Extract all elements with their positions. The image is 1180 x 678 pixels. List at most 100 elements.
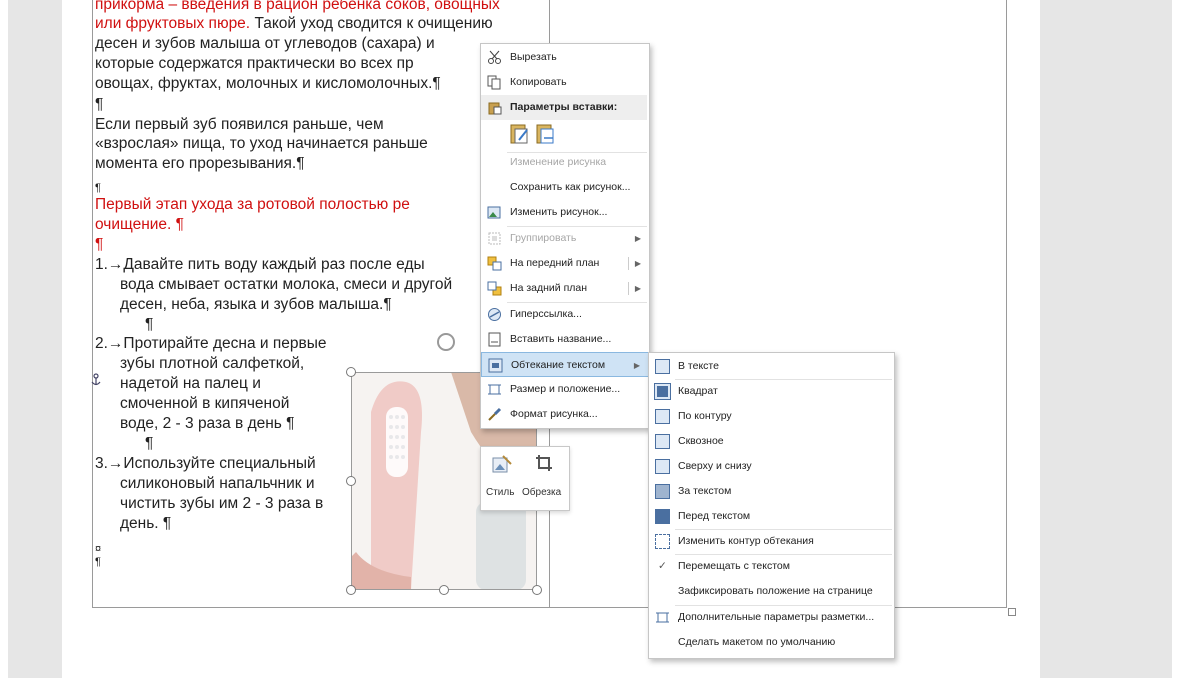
submenu-item-tight[interactable]: По контуру <box>649 404 894 429</box>
paste-picture-icon[interactable] <box>535 122 557 146</box>
submenu-item-label: Зафиксировать положение на странице <box>678 585 873 597</box>
left-margin <box>0 0 8 678</box>
menu-item-group: Группировать ▶ <box>481 226 649 251</box>
split-divider <box>628 282 629 295</box>
submenu-item-label: Квадрат <box>678 385 718 397</box>
text-line: десен, неба, языка и зубов малыша.¶ <box>120 296 392 313</box>
submenu-item-in-line[interactable]: В тексте <box>649 354 894 379</box>
paste-keep-format-icon[interactable] <box>509 122 531 146</box>
mini-toolbar: Стиль Обрезка <box>480 446 570 511</box>
submenu-arrow-icon: ▶ <box>634 284 641 293</box>
text-line: воде, 2 - 3 раза в день ¶ <box>120 415 295 432</box>
text-line: надетой на палец и <box>120 375 261 392</box>
text-line: или фруктовых пюре. Такой уход сводится … <box>95 15 493 32</box>
group-icon <box>488 232 501 245</box>
size-position-icon <box>488 384 501 395</box>
text-line: зубы плотной салфеткой, <box>120 355 305 372</box>
rotate-handle[interactable] <box>437 333 455 351</box>
pilcrow: ¶ <box>95 96 104 113</box>
wrap-through-icon <box>655 434 670 449</box>
resize-handle[interactable] <box>532 585 542 595</box>
menu-item-hyperlink[interactable]: Гиперссылка... <box>481 302 649 327</box>
submenu-item-label: Изменить контур обтекания <box>678 535 814 547</box>
text-line: Если первый зуб появился раньше, чем <box>95 116 384 133</box>
split-divider <box>628 257 629 270</box>
pilcrow: ¶ <box>95 182 101 194</box>
crop-button-label[interactable]: Обрезка <box>522 487 561 498</box>
wrap-tight-icon <box>655 409 670 424</box>
pilcrow: ¶ <box>95 236 104 253</box>
menu-item-send-backward[interactable]: На задний план ▶ <box>481 276 649 301</box>
submenu-item-behind[interactable]: За текстом <box>649 479 894 504</box>
submenu-item-square[interactable]: Квадрат <box>649 379 894 404</box>
right-margin <box>1172 0 1180 678</box>
submenu-item-more-layout[interactable]: Дополнительные параметры разметки... <box>649 605 894 630</box>
submenu-item-fix-position[interactable]: Зафиксировать положение на странице <box>649 579 894 604</box>
submenu-item-label: Перемещать с текстом <box>678 560 790 572</box>
menu-item-label: Формат рисунка... <box>510 408 598 420</box>
menu-item-format-picture[interactable]: Формат рисунка... <box>481 402 649 427</box>
text-line: силиконовый напальчник и <box>120 475 315 492</box>
menu-item-wrap-text[interactable]: Обтекание текстом ▶ <box>481 352 649 377</box>
submenu-item-label: По контуру <box>678 410 732 422</box>
wrap-square-icon <box>654 383 671 400</box>
crop-icon <box>536 455 552 471</box>
menu-item-label: Обтекание текстом <box>511 359 606 371</box>
send-backward-icon <box>487 281 502 296</box>
submenu-arrow-icon: ▶ <box>634 234 641 243</box>
list-item: 2.→Протирайте десна и первые <box>95 335 327 352</box>
menu-item-cut[interactable]: Вырезать <box>481 45 649 70</box>
menu-item-save-as-picture[interactable]: Сохранить как рисунок... <box>481 175 649 200</box>
paste-icon <box>488 102 502 115</box>
list-item: 3.→Используйте специальный <box>95 455 316 472</box>
submenu-item-label: Дополнительные параметры разметки... <box>678 611 875 623</box>
submenu-arrow-icon: ▶ <box>633 361 640 370</box>
menu-item-label: Размер и положение... <box>510 383 621 395</box>
menu-item-change-picture[interactable]: Изменить рисунок... <box>481 200 649 225</box>
menu-item-label: Параметры вставки: <box>510 101 618 113</box>
text-line: которые содержатся практически во всех п… <box>95 55 414 72</box>
text-line: «взрослая» пища, то уход начинается рань… <box>95 135 428 152</box>
menu-item-label: Вырезать <box>510 51 557 63</box>
submenu-item-move-with-text[interactable]: ✓ Перемещать с текстом <box>649 554 894 579</box>
anchor-icon <box>91 373 101 386</box>
submenu-item-set-default[interactable]: Сделать макетом по умолчанию <box>649 630 894 655</box>
copy-icon <box>487 75 501 90</box>
change-picture-icon <box>487 206 501 219</box>
submenu-item-through[interactable]: Сквозное <box>649 429 894 454</box>
menu-item-label: Изменить рисунок... <box>510 206 608 218</box>
pilcrow: ¶ <box>95 556 101 568</box>
scissors-icon <box>488 50 501 64</box>
text-line: день. ¶ <box>120 515 172 532</box>
submenu-item-label: Сквозное <box>678 435 724 447</box>
check-icon: ✓ <box>658 560 667 572</box>
menu-item-copy[interactable]: Копировать <box>481 70 649 95</box>
menu-item-label: Копировать <box>510 76 567 88</box>
text-line: момента его прорезывания.¶ <box>95 155 305 172</box>
menu-item-bring-forward[interactable]: На передний план ▶ <box>481 251 649 276</box>
menu-item-label: Вставить название... <box>510 333 612 345</box>
format-picture-icon <box>488 407 502 421</box>
submenu-item-edit-wrap-points[interactable]: Изменить контур обтекания <box>649 529 894 554</box>
resize-handle[interactable] <box>346 476 356 486</box>
menu-item-label: На задний план <box>510 282 588 294</box>
menu-item-insert-caption[interactable]: Вставить название... <box>481 327 649 352</box>
wrap-inline-icon <box>655 359 670 374</box>
text-line: прикорма – введения в рацион ребенка сок… <box>95 0 500 13</box>
paste-options-row <box>507 122 567 150</box>
submenu-item-top-bottom[interactable]: Сверху и снизу <box>649 454 894 479</box>
resize-handle[interactable] <box>346 585 356 595</box>
insert-caption-icon <box>488 332 501 347</box>
submenu-item-in-front[interactable]: Перед текстом <box>649 504 894 529</box>
submenu-item-label: Перед текстом <box>678 510 751 522</box>
text-line: очищение. ¶ <box>95 216 184 233</box>
text-line: вода смывает остатки молока, смеси и дру… <box>120 276 453 293</box>
style-button-label[interactable]: Стиль <box>486 487 514 498</box>
wrap-top-bottom-icon <box>655 459 670 474</box>
table-resize-handle[interactable] <box>1008 608 1016 616</box>
wrap-behind-icon <box>655 484 670 499</box>
resize-handle[interactable] <box>346 367 356 377</box>
resize-handle[interactable] <box>439 585 449 595</box>
menu-item-size-position[interactable]: Размер и положение... <box>481 377 649 402</box>
list-item: 1.→Давайте пить воду каждый раз после ед… <box>95 256 425 273</box>
